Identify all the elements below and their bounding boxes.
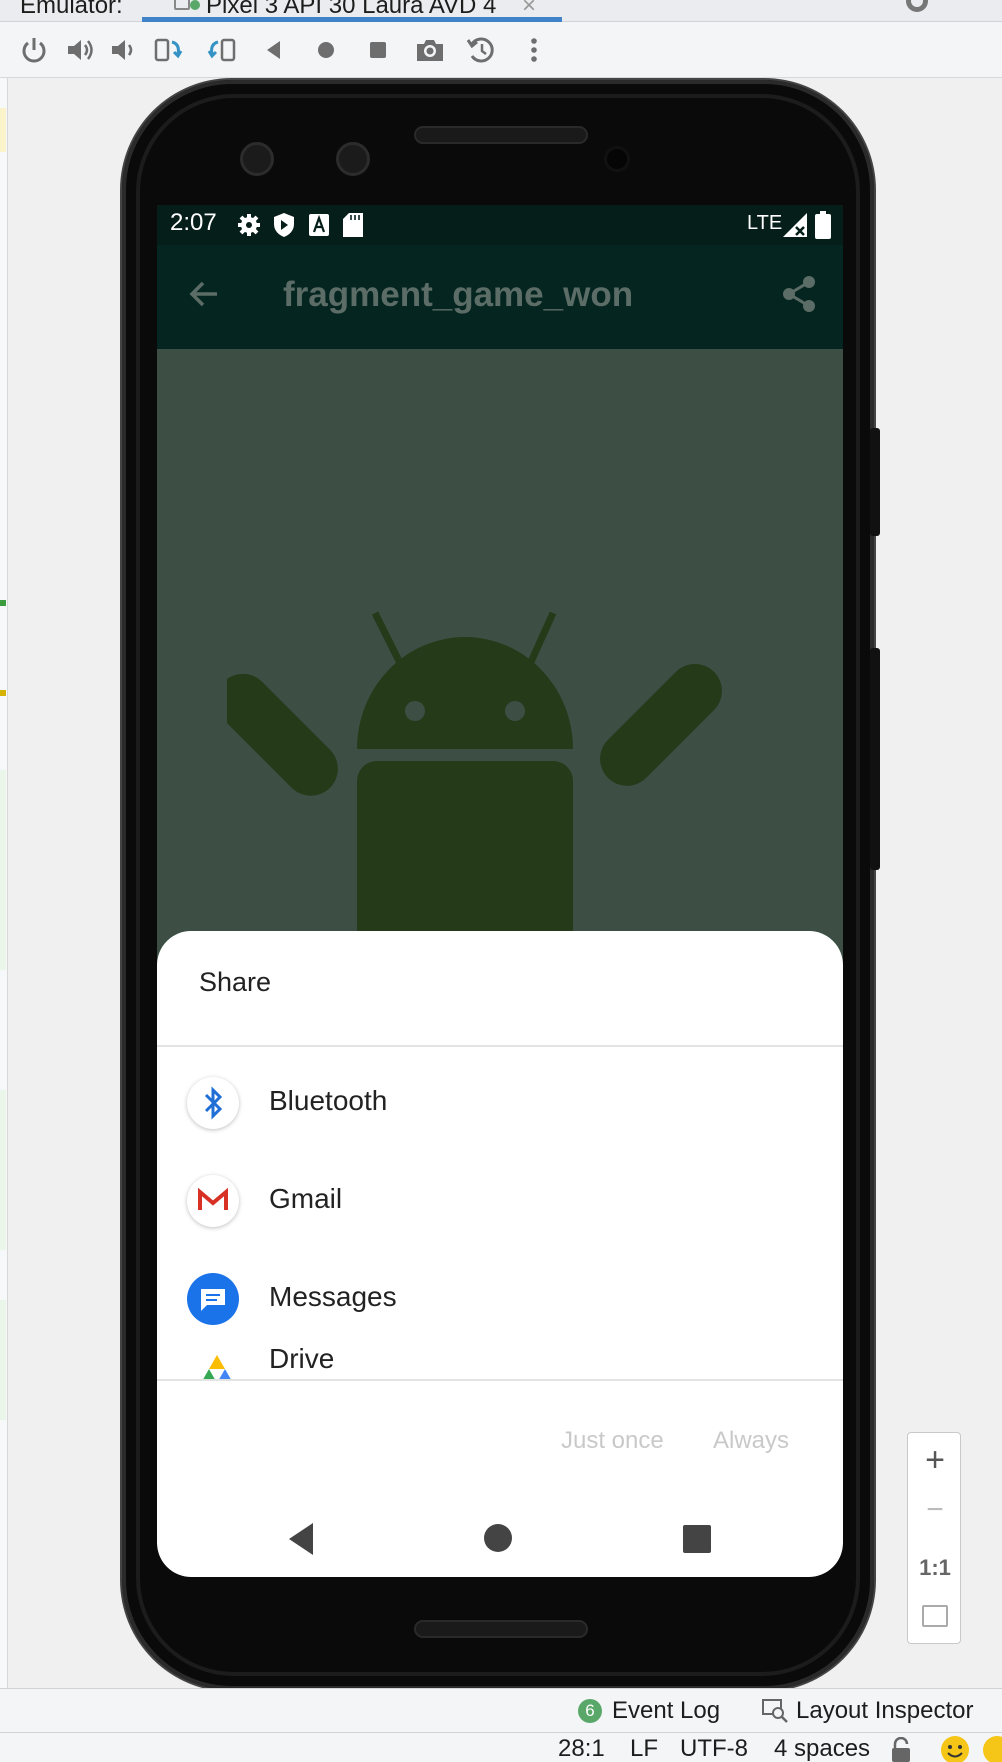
sd-card-icon (343, 213, 363, 237)
nav-overview-icon[interactable] (683, 1525, 711, 1553)
share-option-bluetooth[interactable]: Bluetooth (157, 1055, 843, 1151)
tab-bar: Emulator: Pixel 3 API 30 Laura AVD 4 × (0, 0, 1002, 22)
editor-highlight (0, 1090, 6, 1250)
just-once-button[interactable]: Just once (561, 1427, 664, 1455)
volume-rocker[interactable] (870, 648, 880, 870)
status-clock: 2:07 (170, 209, 217, 236)
overview-icon[interactable] (362, 34, 394, 66)
home-icon[interactable] (310, 34, 342, 66)
power-icon[interactable] (18, 34, 50, 66)
network-type: LTE (747, 212, 783, 234)
editor-marker (0, 600, 6, 606)
editor-highlight (0, 108, 6, 152)
share-icon[interactable] (781, 275, 817, 313)
back-icon[interactable] (258, 34, 290, 66)
more-icon[interactable] (518, 34, 550, 66)
nav-home-icon[interactable] (483, 1523, 513, 1553)
share-option-drive[interactable]: Drive (157, 1323, 843, 1379)
tab-emulator[interactable]: Emulator: (20, 0, 123, 20)
zoom-in-button[interactable]: + (908, 1441, 962, 1480)
device-icon (174, 0, 190, 10)
share-option-label: Bluetooth (269, 1085, 388, 1116)
app-toolbar: fragment_game_won (157, 245, 843, 349)
line-separator[interactable]: LF (630, 1735, 658, 1762)
power-button[interactable] (870, 428, 880, 536)
volume-down-icon[interactable] (108, 34, 140, 66)
nav-back-icon[interactable] (285, 1521, 317, 1557)
settings-icon (238, 214, 260, 236)
always-button[interactable]: Always (713, 1427, 789, 1455)
share-sheet-title: Share (199, 967, 272, 997)
app-title: fragment_game_won (283, 275, 634, 314)
ide-status-bar: 28:1 LF UTF-8 4 spaces (0, 1732, 1002, 1762)
share-sheet: Share Bluetooth Gmail Messages Drive Jus… (157, 931, 843, 1577)
drive-icon (187, 1345, 239, 1379)
snapshot-icon[interactable] (466, 34, 498, 66)
zoom-controls: + − 1:1 (907, 1432, 961, 1644)
event-log-count-badge: 6 (578, 1699, 602, 1723)
event-log-button[interactable]: Event Log (612, 1697, 720, 1725)
layout-inspector-button[interactable]: Layout Inspector (796, 1697, 973, 1725)
emulator-toolbar (0, 22, 1002, 78)
share-option-label: Drive (269, 1343, 335, 1374)
share-option-label: Gmail (269, 1183, 343, 1214)
camera-icon[interactable] (414, 34, 446, 66)
android-nav-bar (157, 1501, 843, 1577)
font-a-icon (309, 214, 329, 236)
share-option-gmail[interactable]: Gmail (157, 1153, 843, 1249)
layout-inspector-icon (762, 1699, 788, 1723)
editor-highlight (0, 1300, 6, 1420)
divider (157, 1045, 843, 1047)
smiley-icon[interactable] (940, 1735, 970, 1762)
android-status-bar: 2:07 LTE (157, 205, 843, 245)
share-option-label: Messages (269, 1281, 397, 1312)
editor-highlight (0, 770, 6, 970)
zoom-out-button[interactable]: − (908, 1493, 962, 1527)
rotate-left-icon[interactable] (152, 34, 184, 66)
zoom-actual-size-button[interactable]: 1:1 (908, 1555, 962, 1581)
rotate-right-icon[interactable] (206, 34, 238, 66)
volume-up-icon[interactable] (64, 34, 96, 66)
messages-icon (187, 1273, 239, 1325)
android-robot-image (227, 611, 722, 975)
tool-window-bar: 6 Event Log Layout Inspector (0, 1688, 1002, 1732)
notification-icon[interactable] (982, 1735, 1002, 1762)
signal-icon (783, 213, 807, 237)
caret-position[interactable]: 28:1 (558, 1735, 605, 1762)
lock-icon[interactable] (890, 1737, 912, 1762)
emulator-window: Emulator: Pixel 3 API 30 Laura AVD 4 × 2… (0, 0, 1002, 1762)
sensor-icon (604, 146, 630, 172)
shield-icon (274, 213, 294, 237)
zoom-fit-icon[interactable] (922, 1605, 948, 1627)
file-encoding[interactable]: UTF-8 (680, 1735, 748, 1762)
back-arrow-icon[interactable] (187, 277, 221, 311)
indent-setting[interactable]: 4 spaces (774, 1735, 870, 1762)
phone-screen: 2:07 LTE fragment_game_won Share Bluetoo… (157, 205, 843, 1577)
earpiece-speaker (414, 126, 588, 144)
front-camera-icon (336, 142, 370, 176)
divider (157, 1379, 843, 1381)
gmail-icon (187, 1175, 239, 1227)
front-camera-icon (240, 142, 274, 176)
bluetooth-icon (187, 1077, 239, 1129)
running-indicator-icon (190, 0, 200, 10)
editor-marker (0, 690, 6, 696)
settings-gear-icon[interactable] (906, 0, 928, 12)
battery-icon (815, 211, 831, 239)
bottom-speaker (414, 1620, 588, 1638)
